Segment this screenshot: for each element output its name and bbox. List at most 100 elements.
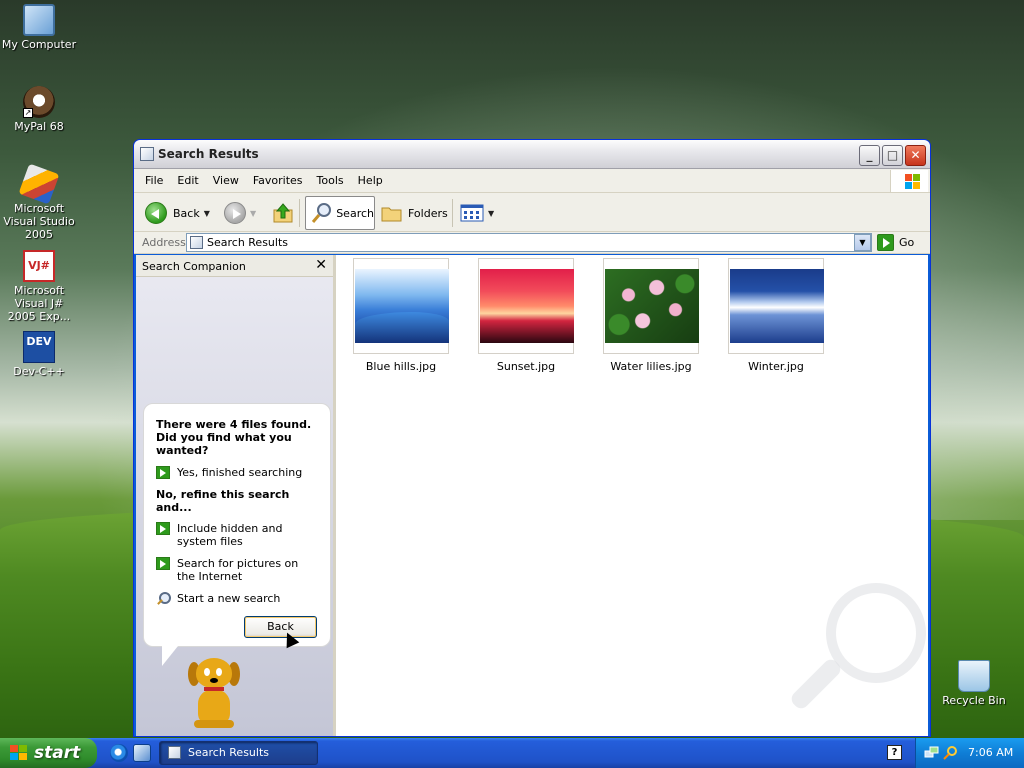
companion-header: Search Companion ✕ xyxy=(136,255,333,277)
file-item[interactable]: Water lilies.jpg xyxy=(603,258,699,373)
magnifier-icon xyxy=(156,592,171,606)
minimize-button[interactable]: _ xyxy=(859,145,880,166)
internet-explorer-icon[interactable] xyxy=(110,744,128,762)
search-results-icon xyxy=(190,236,203,249)
desktop-icon-visual-studio[interactable]: Microsoft Visual Studio 2005 xyxy=(0,163,79,241)
refine-heading: No, refine this search and... xyxy=(156,488,290,514)
file-thumbnail xyxy=(353,258,449,354)
window-title: Search Results xyxy=(158,147,259,161)
menu-file[interactable]: File xyxy=(134,169,170,187)
up-folder-button[interactable] xyxy=(272,198,294,228)
clock[interactable]: 7:06 AM xyxy=(968,746,1013,759)
desktop-icon-label: Microsoft Visual Studio 2005 xyxy=(3,202,75,241)
menu-view[interactable]: View xyxy=(206,169,246,187)
include-hidden-files-link[interactable]: Include hidden and system files xyxy=(156,522,318,548)
views-icon xyxy=(460,204,484,222)
search-window-icon xyxy=(140,147,154,161)
search-tray-icon[interactable] xyxy=(943,745,958,760)
forward-button[interactable]: ▼ xyxy=(224,198,256,228)
toolbar-separator xyxy=(299,199,300,227)
taskbar-button-search-results[interactable]: Search Results xyxy=(159,741,318,765)
views-button[interactable]: ▼ xyxy=(460,198,494,228)
file-name: Water lilies.jpg xyxy=(610,360,692,373)
address-value: Search Results xyxy=(207,236,289,249)
maximize-button[interactable]: □ xyxy=(882,145,903,166)
back-label: Back xyxy=(173,206,200,220)
green-arrow-icon xyxy=(156,466,170,479)
menu-help[interactable]: Help xyxy=(351,169,390,187)
window-content: Search Companion ✕ There were 4 files fo… xyxy=(136,255,928,736)
companion-close-icon[interactable]: ✕ xyxy=(315,257,327,273)
go-button[interactable]: Go xyxy=(877,234,914,251)
blue-hills-image xyxy=(355,269,449,343)
search-button[interactable]: Search xyxy=(305,196,375,230)
search-companion-pane: Search Companion ✕ There were 4 files fo… xyxy=(136,255,336,736)
taskbar: start Search Results ? 7:06 AM xyxy=(0,738,1024,768)
menu-tools[interactable]: Tools xyxy=(310,169,351,187)
desktop-icon-my-computer[interactable]: My Computer xyxy=(0,4,79,51)
file-thumbnail xyxy=(478,258,574,354)
desktop-icon-label: My Computer xyxy=(1,38,77,51)
file-item[interactable]: Sunset.jpg xyxy=(478,258,574,373)
address-label: Address xyxy=(142,236,186,249)
mypal-icon: ↗ xyxy=(23,86,55,118)
finished-searching-link[interactable]: Yes, finished searching xyxy=(156,466,318,479)
file-name: Sunset.jpg xyxy=(496,360,556,373)
go-arrow-icon xyxy=(877,234,894,251)
toolbar-separator xyxy=(452,199,453,227)
file-results-view: Blue hills.jpg Sunset.jpg Water lilies.j… xyxy=(341,255,928,736)
file-name: Blue hills.jpg xyxy=(365,360,437,373)
dev-cpp-icon: DEV xyxy=(23,331,55,363)
desktop-icon-label: Dev-C++ xyxy=(13,365,65,378)
desktop-icon-label: MyPal 68 xyxy=(14,120,64,133)
start-button[interactable]: start xyxy=(0,738,97,768)
menu-edit[interactable]: Edit xyxy=(170,169,205,187)
go-label: Go xyxy=(899,236,915,249)
desktop-icon-visual-j-sharp[interactable]: VJ# Microsoft Visual J# 2005 Exp... xyxy=(0,250,79,323)
my-computer-icon xyxy=(23,4,55,36)
back-button[interactable]: Back ▼ xyxy=(145,198,210,228)
address-input[interactable]: Search Results xyxy=(186,233,872,252)
toolbar: Back ▼ ▼ Search Folders ▼ xyxy=(134,193,930,232)
new-search-link[interactable]: Start a new search xyxy=(156,592,318,606)
search-pictures-internet-link[interactable]: Search for pictures on the Internet xyxy=(156,557,318,583)
folders-button[interactable]: Folders xyxy=(381,198,448,228)
desktop-icon-label: Microsoft Visual J# 2005 Exp... xyxy=(7,284,71,323)
forward-dropdown-icon[interactable]: ▼ xyxy=(250,209,256,218)
search-watermark-icon xyxy=(826,583,926,683)
views-dropdown-icon: ▼ xyxy=(488,208,495,218)
finished-searching-label: Yes, finished searching xyxy=(177,466,303,479)
shortcut-arrow-icon: ↗ xyxy=(23,108,33,118)
menu-bar: File Edit View Favorites Tools Help xyxy=(134,169,930,193)
title-bar[interactable]: Search Results _ □ ✕ xyxy=(134,140,930,169)
search-dog-rover-icon[interactable] xyxy=(186,658,242,730)
include-hidden-files-label: Include hidden and system files xyxy=(177,522,283,548)
sunset-image xyxy=(480,269,574,343)
file-item[interactable]: Blue hills.jpg xyxy=(353,258,449,373)
back-dropdown-icon[interactable]: ▼ xyxy=(204,209,210,218)
back-arrow-icon xyxy=(145,202,167,224)
start-label: start xyxy=(34,743,81,763)
close-button[interactable]: ✕ xyxy=(905,145,926,166)
folders-icon xyxy=(381,207,402,222)
visual-studio-icon xyxy=(18,163,60,205)
desktop-icon-label: Recycle Bin xyxy=(942,694,1006,707)
file-item[interactable]: Winter.jpg xyxy=(728,258,824,373)
companion-balloon: There were 4 files found. Did you find w… xyxy=(143,403,331,666)
help-icon[interactable]: ? xyxy=(887,745,902,760)
recycle-bin-icon xyxy=(958,660,990,692)
search-results-window: Search Results _ □ ✕ File Edit View Favorit… xyxy=(133,139,931,737)
network-icon[interactable] xyxy=(924,745,939,760)
show-desktop-icon[interactable] xyxy=(133,744,151,762)
desktop-icon-recycle-bin[interactable]: Recycle Bin xyxy=(934,660,1014,707)
windows-logo-icon xyxy=(890,170,928,192)
system-tray: 7:06 AM xyxy=(915,738,1024,768)
search-icon xyxy=(311,203,331,223)
search-watermark-handle xyxy=(788,656,844,712)
file-thumbnail xyxy=(728,258,824,354)
desktop-icon-mypal[interactable]: ↗ MyPal 68 xyxy=(0,86,79,133)
desktop-icon-dev-cpp[interactable]: DEV Dev-C++ xyxy=(0,331,79,378)
menu-favorites[interactable]: Favorites xyxy=(246,169,310,187)
address-dropdown-icon[interactable]: ▼ xyxy=(854,234,871,251)
water-lilies-image xyxy=(605,269,699,343)
